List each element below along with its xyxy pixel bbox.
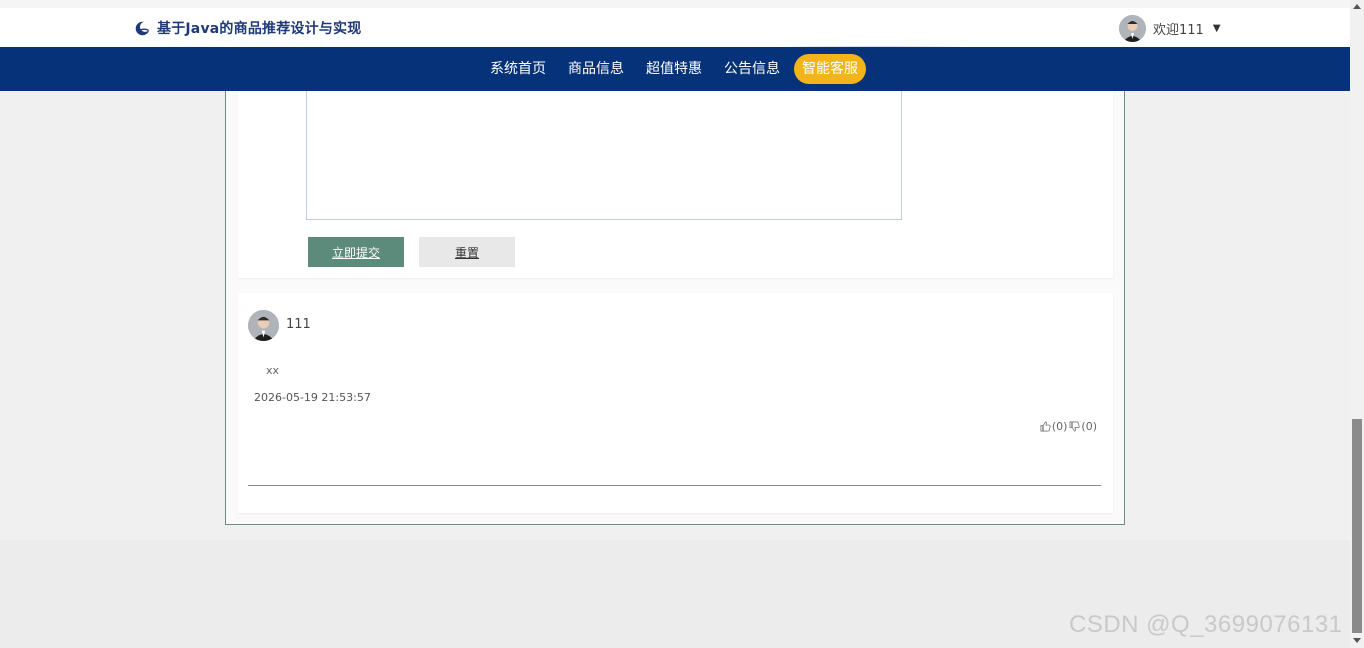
main-card: 立即提交 重置 111 xx 2026-05-19 21:53:57 (0) (…: [225, 91, 1125, 525]
user-menu[interactable]: 欢迎111 ▼: [1119, 14, 1221, 42]
comment-textarea[interactable]: [306, 91, 902, 220]
nav-item-customer-service[interactable]: 智能客服: [794, 54, 866, 84]
nav-item-notices[interactable]: 公告信息: [716, 54, 788, 84]
top-header: 基于Java的商品推荐设计与实现 欢迎111 ▼: [0, 0, 1350, 56]
brand[interactable]: 基于Java的商品推荐设计与实现: [134, 18, 361, 38]
dislike-count: (0): [1081, 420, 1097, 433]
thumbs-up-icon: [1040, 421, 1051, 432]
like-button[interactable]: (0): [1040, 420, 1068, 433]
comment-avatar: [248, 310, 279, 341]
site-title: 基于Java的商品推荐设计与实现: [157, 21, 362, 37]
main-nav: 系统首页 商品信息 超值特惠 公告信息 智能客服: [0, 47, 1350, 91]
reset-button[interactable]: 重置: [419, 237, 515, 267]
submit-button[interactable]: 立即提交: [308, 237, 404, 267]
comment-divider: [248, 485, 1101, 486]
user-greeting: 欢迎111: [1153, 22, 1204, 38]
scroll-up-icon[interactable]: [1353, 4, 1361, 9]
like-count: (0): [1051, 420, 1068, 433]
thumbs-down-icon: [1069, 421, 1081, 432]
dislike-button[interactable]: (0): [1069, 420, 1097, 433]
comment-form: 立即提交 重置: [238, 91, 1113, 278]
nav-item-products[interactable]: 商品信息: [560, 54, 632, 84]
nav-item-home[interactable]: 系统首页: [482, 54, 554, 84]
scroll-down-icon[interactable]: [1353, 638, 1361, 643]
moon-swirl-icon: [135, 21, 151, 35]
caret-down-icon[interactable]: ▼: [1213, 23, 1221, 34]
avatar: [1119, 14, 1146, 42]
comment-item: 111 xx 2026-05-19 21:53:57 (0) (0): [238, 293, 1113, 513]
page-scrollbar[interactable]: [1350, 0, 1364, 648]
nav-list: 系统首页 商品信息 超值特惠 公告信息 智能客服: [482, 54, 866, 84]
comment-actions: (0) (0): [1040, 420, 1097, 433]
comment-username: 111: [286, 317, 311, 332]
nav-item-deals[interactable]: 超值特惠: [638, 54, 710, 84]
comment-time: 2026-05-19 21:53:57: [254, 391, 371, 404]
comment-content: xx: [266, 364, 280, 377]
scroll-thumb[interactable]: [1352, 419, 1362, 633]
watermark-text: CSDN @Q_3699076131: [1069, 611, 1343, 638]
